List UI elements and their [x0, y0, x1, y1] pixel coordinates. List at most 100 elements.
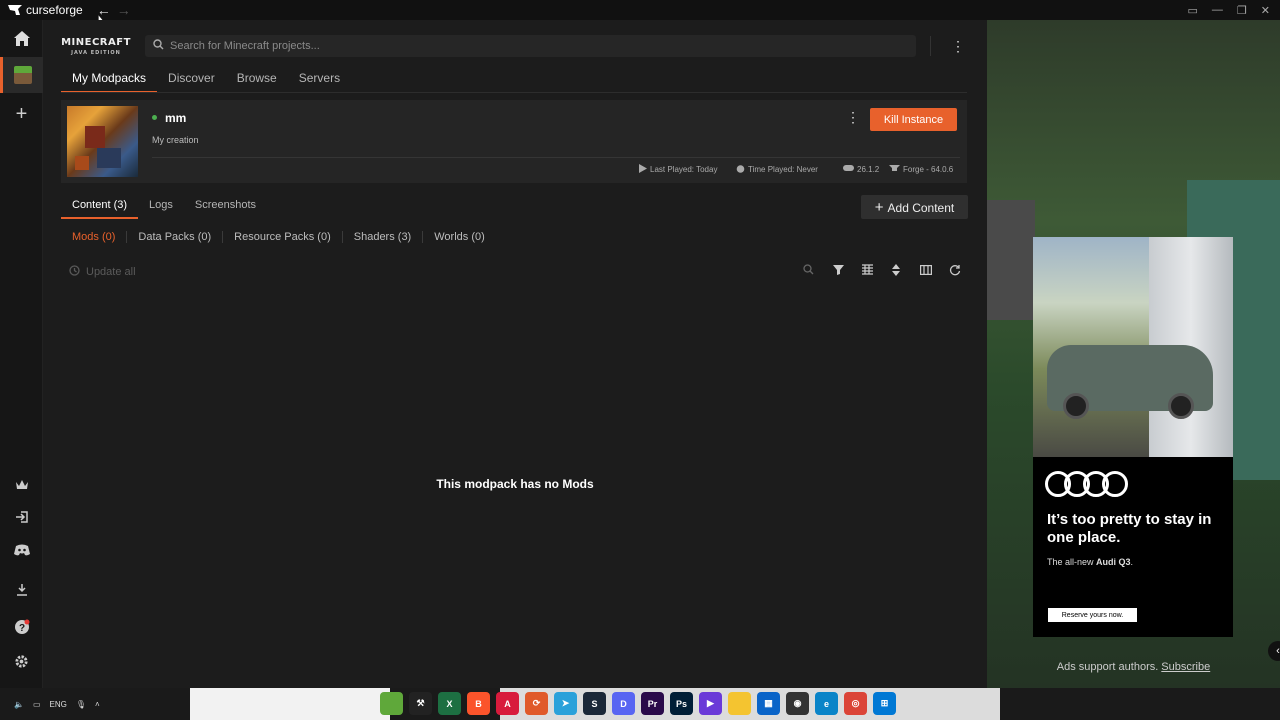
update-all-button[interactable]: Update all: [69, 265, 136, 279]
ad-subline: The all-new Audi Q3.: [1047, 557, 1134, 567]
restore-icon[interactable]: ❐: [1237, 4, 1247, 17]
file-explorer-taskbar-icon[interactable]: [728, 692, 751, 715]
curseforge-taskbar-icon[interactable]: ⚒: [409, 692, 432, 715]
subtab-data-packs[interactable]: Data Packs (0): [126, 231, 222, 243]
instance-card: mm My creation ⋮ Kill Instance Last Play…: [61, 100, 967, 183]
ad-reserve-button[interactable]: Reserve yours now.: [1048, 608, 1137, 622]
sort-icon[interactable]: [892, 264, 900, 279]
sidebar: + ?: [0, 20, 43, 688]
running-status-dot: [152, 115, 157, 120]
settings-gear-icon[interactable]: [0, 643, 43, 679]
ad-panel: It’s too pretty to stay in one place. Th…: [987, 20, 1280, 688]
home-icon[interactable]: [0, 20, 43, 56]
tab-browse[interactable]: Browse: [226, 69, 288, 93]
taskbar-apps: ⚒ X B A ⟳ ➤ S D Pr Ps ▶ ▦ ◉ e ◎ ⊞: [380, 692, 896, 715]
minecraft-taskbar-icon[interactable]: [380, 692, 403, 715]
filter-icon[interactable]: [833, 264, 844, 278]
plus-icon: +: [874, 198, 884, 216]
minimize-icon[interactable]: —: [1212, 4, 1223, 16]
instance-divider: [152, 157, 960, 158]
ad-car-photo: [1033, 237, 1233, 457]
system-tray: 🔈 ▭ ENG 🎙 ˄: [0, 688, 100, 720]
media-taskbar-icon[interactable]: ▶: [699, 692, 722, 715]
tab-content[interactable]: Content (3): [61, 197, 139, 219]
instance-name: mm: [165, 111, 187, 125]
subtab-worlds[interactable]: Worlds (0): [422, 231, 496, 243]
language-indicator[interactable]: ENG: [50, 700, 67, 709]
telegram-taskbar-icon[interactable]: ➤: [554, 692, 577, 715]
help-icon[interactable]: ?: [0, 609, 43, 645]
search-bar[interactable]: [145, 35, 916, 57]
add-game-icon[interactable]: +: [0, 96, 43, 132]
title-bar: curseforge ← → ▭ — ❐ ✕: [0, 0, 1280, 20]
minecraft-game-icon[interactable]: [0, 57, 43, 93]
forward-arrow-icon[interactable]: →: [117, 2, 131, 18]
store-taskbar-icon[interactable]: ▦: [757, 692, 780, 715]
tabs-divider: [61, 92, 967, 93]
skeleton-character-image: [987, 200, 1035, 320]
svg-text:?: ?: [18, 623, 24, 634]
refresh-icon[interactable]: [949, 264, 961, 279]
discord-icon[interactable]: [0, 532, 43, 568]
tab-discover[interactable]: Discover: [157, 69, 226, 93]
game-version: 26.1.2: [843, 164, 879, 174]
microphone-icon[interactable]: 🎙: [76, 700, 86, 709]
subtab-mods[interactable]: Mods (0): [61, 231, 126, 243]
time-played: Time Played: Never: [736, 164, 818, 175]
tab-screenshots[interactable]: Screenshots: [184, 197, 267, 219]
crown-icon[interactable]: [0, 466, 43, 502]
search-input[interactable]: [170, 40, 870, 52]
ads-support-note: Ads support authors. Subscribe: [1056, 661, 1211, 673]
instance-options-icon[interactable]: ⋮: [846, 109, 860, 126]
tray-expand-icon[interactable]: ˄: [95, 700, 100, 709]
subtab-resource-packs[interactable]: Resource Packs (0): [222, 231, 342, 243]
minecraft-logo: MINECRAFT JAVA EDITION: [61, 37, 131, 57]
more-options-icon[interactable]: ⋮: [951, 37, 965, 55]
subtab-shaders[interactable]: Shaders (3): [341, 231, 422, 243]
grid-view-icon[interactable]: [862, 264, 873, 278]
content-tabs: Content (3) Logs Screenshots: [61, 197, 267, 219]
close-icon[interactable]: ✕: [1261, 4, 1270, 17]
app-taskbar-icon[interactable]: ⟳: [525, 692, 548, 715]
premiere-taskbar-icon[interactable]: Pr: [641, 692, 664, 715]
windows-start-icon[interactable]: ⊞: [873, 692, 896, 715]
audi-advertisement[interactable]: It’s too pretty to stay in one place. Th…: [1033, 237, 1233, 637]
play-icon: [639, 164, 647, 175]
edge-taskbar-icon[interactable]: e: [815, 692, 838, 715]
obs-taskbar-icon[interactable]: ◉: [786, 692, 809, 715]
login-icon[interactable]: [0, 499, 43, 535]
content-search-icon[interactable]: [803, 264, 814, 278]
tab-logs[interactable]: Logs: [138, 197, 184, 219]
controller-icon: [843, 164, 854, 174]
columns-icon[interactable]: [920, 264, 933, 278]
mod-loader: Forge - 64.0.6: [889, 164, 953, 174]
last-played: Last Played: Today: [639, 164, 717, 175]
volume-icon[interactable]: 🔈: [14, 700, 24, 709]
steam-taskbar-icon[interactable]: S: [583, 692, 606, 715]
display-icon[interactable]: ▭: [33, 700, 41, 709]
discord-taskbar-icon[interactable]: D: [612, 692, 635, 715]
empty-state-message: This modpack has no Mods: [436, 477, 594, 491]
download-icon[interactable]: [0, 571, 43, 607]
add-content-button[interactable]: + Add Content: [861, 195, 968, 219]
brave-taskbar-icon[interactable]: B: [467, 692, 490, 715]
photoshop-taskbar-icon[interactable]: Ps: [670, 692, 693, 715]
main-panel: MINECRAFT JAVA EDITION ⋮ My Modpacks Dis…: [43, 20, 987, 688]
subscribe-link[interactable]: Subscribe: [1161, 661, 1210, 673]
excel-taskbar-icon[interactable]: X: [438, 692, 461, 715]
layout-icon[interactable]: ▭: [1188, 4, 1198, 17]
refresh-clock-icon: [69, 265, 80, 279]
tab-servers[interactable]: Servers: [288, 69, 351, 93]
kill-instance-button[interactable]: Kill Instance: [870, 108, 957, 131]
top-tabs: My Modpacks Discover Browse Servers: [61, 69, 351, 93]
taskbar-wallpaper-strip: [190, 688, 390, 720]
header-divider: [930, 36, 931, 56]
instance-description: My creation: [152, 135, 199, 145]
ad-headline: It’s too pretty to stay in one place.: [1047, 511, 1212, 546]
acrobat-taskbar-icon[interactable]: A: [496, 692, 519, 715]
app-name: curseforge: [26, 3, 83, 17]
tab-my-modpacks[interactable]: My Modpacks: [61, 69, 158, 93]
chrome-taskbar-icon[interactable]: ◎: [844, 692, 867, 715]
collapse-ad-icon[interactable]: ‹: [1268, 641, 1280, 661]
audi-logo: [1045, 471, 1128, 497]
